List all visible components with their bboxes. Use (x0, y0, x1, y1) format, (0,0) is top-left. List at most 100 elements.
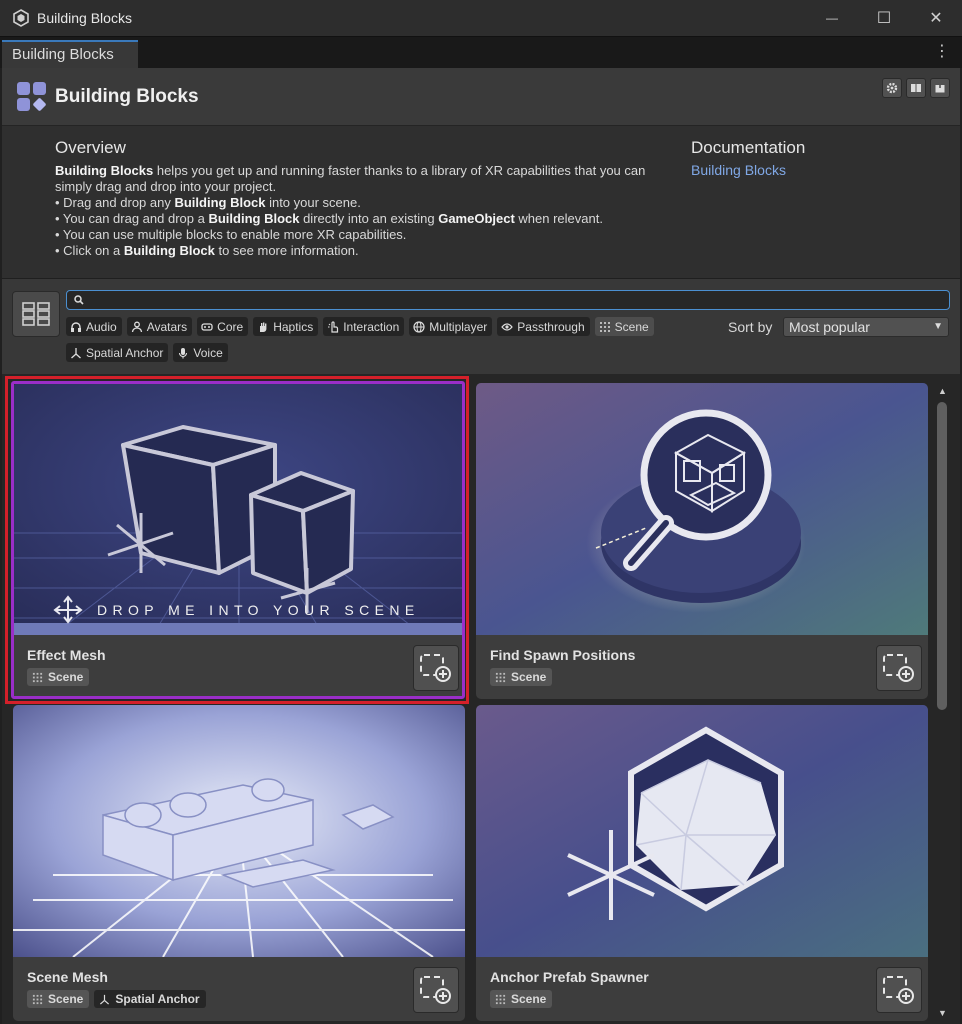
block-tags: Scene (490, 990, 553, 1008)
find-spawn-positions-thumbnail (476, 383, 928, 635)
package-button[interactable] (930, 78, 950, 98)
add-block-button[interactable] (413, 967, 459, 1013)
vr-headset-icon (201, 322, 213, 331)
anchor-prefab-spawner-thumbnail (476, 705, 928, 957)
headphones-icon (71, 321, 81, 332)
block-thumbnail (476, 705, 928, 957)
tag-haptics[interactable]: Haptics (253, 317, 319, 336)
scrollbar-thumb[interactable] (937, 402, 947, 710)
window-controls: — ☐ ✕ (806, 0, 962, 36)
tag-interaction[interactable]: Interaction (323, 317, 405, 336)
add-to-scene-icon (420, 976, 451, 1004)
scroll-down-icon[interactable]: ▼ (938, 1008, 947, 1018)
add-to-scene-icon (420, 654, 451, 682)
overview-bullet-3: • You can use multiple blocks to enable … (55, 227, 407, 242)
microphone-icon (179, 347, 188, 358)
scene-mesh-thumbnail (13, 705, 465, 957)
grid-icon (495, 994, 506, 1004)
tag-spatial-anchor[interactable]: Spatial Anchor (66, 343, 169, 362)
block-tags: Scene Spatial Anchor (27, 990, 206, 1008)
add-to-scene-icon (883, 654, 914, 682)
anchor-icon (71, 347, 81, 358)
maximize-button[interactable]: ☐ (858, 0, 910, 36)
add-block-button[interactable] (413, 645, 459, 691)
sort-select[interactable]: Most popular ▼ (783, 317, 949, 337)
documentation-link[interactable]: Building Blocks (691, 162, 786, 178)
block-thumbnail (476, 383, 928, 635)
block-tag-scene[interactable]: Scene (490, 990, 553, 1008)
overview-intro: Building Blocks helps you get up and run… (55, 163, 646, 194)
more-options-icon[interactable]: ⋮ (934, 44, 950, 60)
settings-button[interactable] (882, 78, 902, 98)
unity-logo-icon (13, 9, 29, 27)
add-block-button[interactable] (876, 645, 922, 691)
block-tag-scene[interactable]: Scene (27, 990, 90, 1008)
tag-passthrough[interactable]: Passthrough (497, 317, 590, 336)
block-card-anchor-prefab-spawner[interactable]: Anchor Prefab Spawner Scene (476, 705, 928, 1021)
block-tag-spatial-anchor[interactable]: Spatial Anchor (94, 990, 206, 1008)
block-tags: Scene (27, 668, 90, 686)
tab-building-blocks[interactable]: Building Blocks (2, 40, 138, 69)
drop-me-overlay-text: DROP ME INTO YOUR SCENE (97, 602, 420, 618)
filter-bar: Audio Avatars Core Haptics Interaction M… (2, 278, 960, 374)
search-input[interactable] (66, 290, 950, 310)
add-block-button[interactable] (876, 967, 922, 1013)
tag-core[interactable]: Core (197, 317, 249, 336)
overview-bullet-4: • Click on a Building Block to see more … (55, 243, 359, 258)
person-icon (131, 321, 142, 332)
globe-icon (413, 320, 425, 333)
chevron-down-icon: ▼ (933, 321, 943, 332)
sort-label: Sort by (728, 319, 773, 335)
window-title: Building Blocks (37, 10, 132, 26)
hand-icon (260, 322, 267, 332)
grid-icon (495, 672, 506, 682)
sort-value: Most popular (789, 319, 870, 335)
layout-toggle-button[interactable] (12, 291, 60, 337)
minimize-button[interactable]: — (806, 0, 858, 36)
blocks-grid: DROP ME INTO YOUR SCENE Effect Mesh Scen… (2, 374, 960, 1024)
scroll-up-icon[interactable]: ▲ (938, 386, 947, 396)
tag-filters: Audio Avatars Core Haptics Interaction M… (66, 317, 706, 362)
overview-title: Overview (55, 138, 126, 157)
overview-bullet-1: • Drag and drop any Building Block into … (55, 195, 361, 210)
tab-strip: Building Blocks ⋮ (0, 36, 962, 69)
block-name: Scene Mesh (27, 969, 108, 985)
overview-bullet-2: • You can drag and drop a Building Block… (55, 211, 603, 226)
overview-section: Overview Building Blocks helps you get u… (2, 126, 960, 278)
panel-title: Building Blocks (55, 86, 199, 107)
gear-icon (886, 82, 898, 94)
block-name: Anchor Prefab Spawner (490, 969, 649, 985)
package-icon (935, 83, 945, 93)
add-to-scene-icon (883, 976, 914, 1004)
documentation-button[interactable] (906, 78, 926, 98)
eye-icon (501, 322, 514, 331)
block-card-find-spawn-positions[interactable]: Find Spawn Positions Scene (476, 383, 928, 699)
block-card-scene-mesh[interactable]: Scene Mesh Scene Spatial Anchor (13, 705, 465, 1021)
search-icon (74, 295, 84, 305)
list-layout-icon (22, 302, 50, 326)
pointer-hand-icon (328, 320, 339, 333)
grid-icon (599, 321, 610, 332)
grid-icon (32, 994, 43, 1004)
vertical-scrollbar[interactable]: ▲ ▼ (933, 384, 953, 1024)
block-name: Find Spawn Positions (490, 647, 636, 663)
block-tag-scene[interactable]: Scene (27, 668, 90, 686)
tag-avatars[interactable]: Avatars (126, 317, 193, 336)
block-name: Effect Mesh (27, 647, 106, 663)
tag-audio[interactable]: Audio (66, 317, 122, 336)
effect-mesh-thumbnail: DROP ME INTO YOUR SCENE (13, 383, 465, 635)
block-tags: Scene (490, 668, 553, 686)
tag-multiplayer[interactable]: Multiplayer (409, 317, 493, 336)
tag-scene[interactable]: Scene (594, 317, 654, 336)
block-card-effect-mesh[interactable]: DROP ME INTO YOUR SCENE Effect Mesh Scen… (13, 383, 465, 699)
window-titlebar: Building Blocks — ☐ ✕ (0, 0, 962, 36)
close-button[interactable]: ✕ (910, 0, 962, 36)
documentation-title: Documentation (691, 138, 806, 157)
block-thumbnail (13, 705, 465, 957)
overview-text: Building Blocks helps you get up and run… (55, 163, 680, 259)
header-buttons (882, 78, 950, 98)
building-blocks-logo-icon (17, 82, 46, 111)
book-icon (911, 84, 921, 92)
tag-voice[interactable]: Voice (173, 343, 228, 362)
block-tag-scene[interactable]: Scene (490, 668, 553, 686)
